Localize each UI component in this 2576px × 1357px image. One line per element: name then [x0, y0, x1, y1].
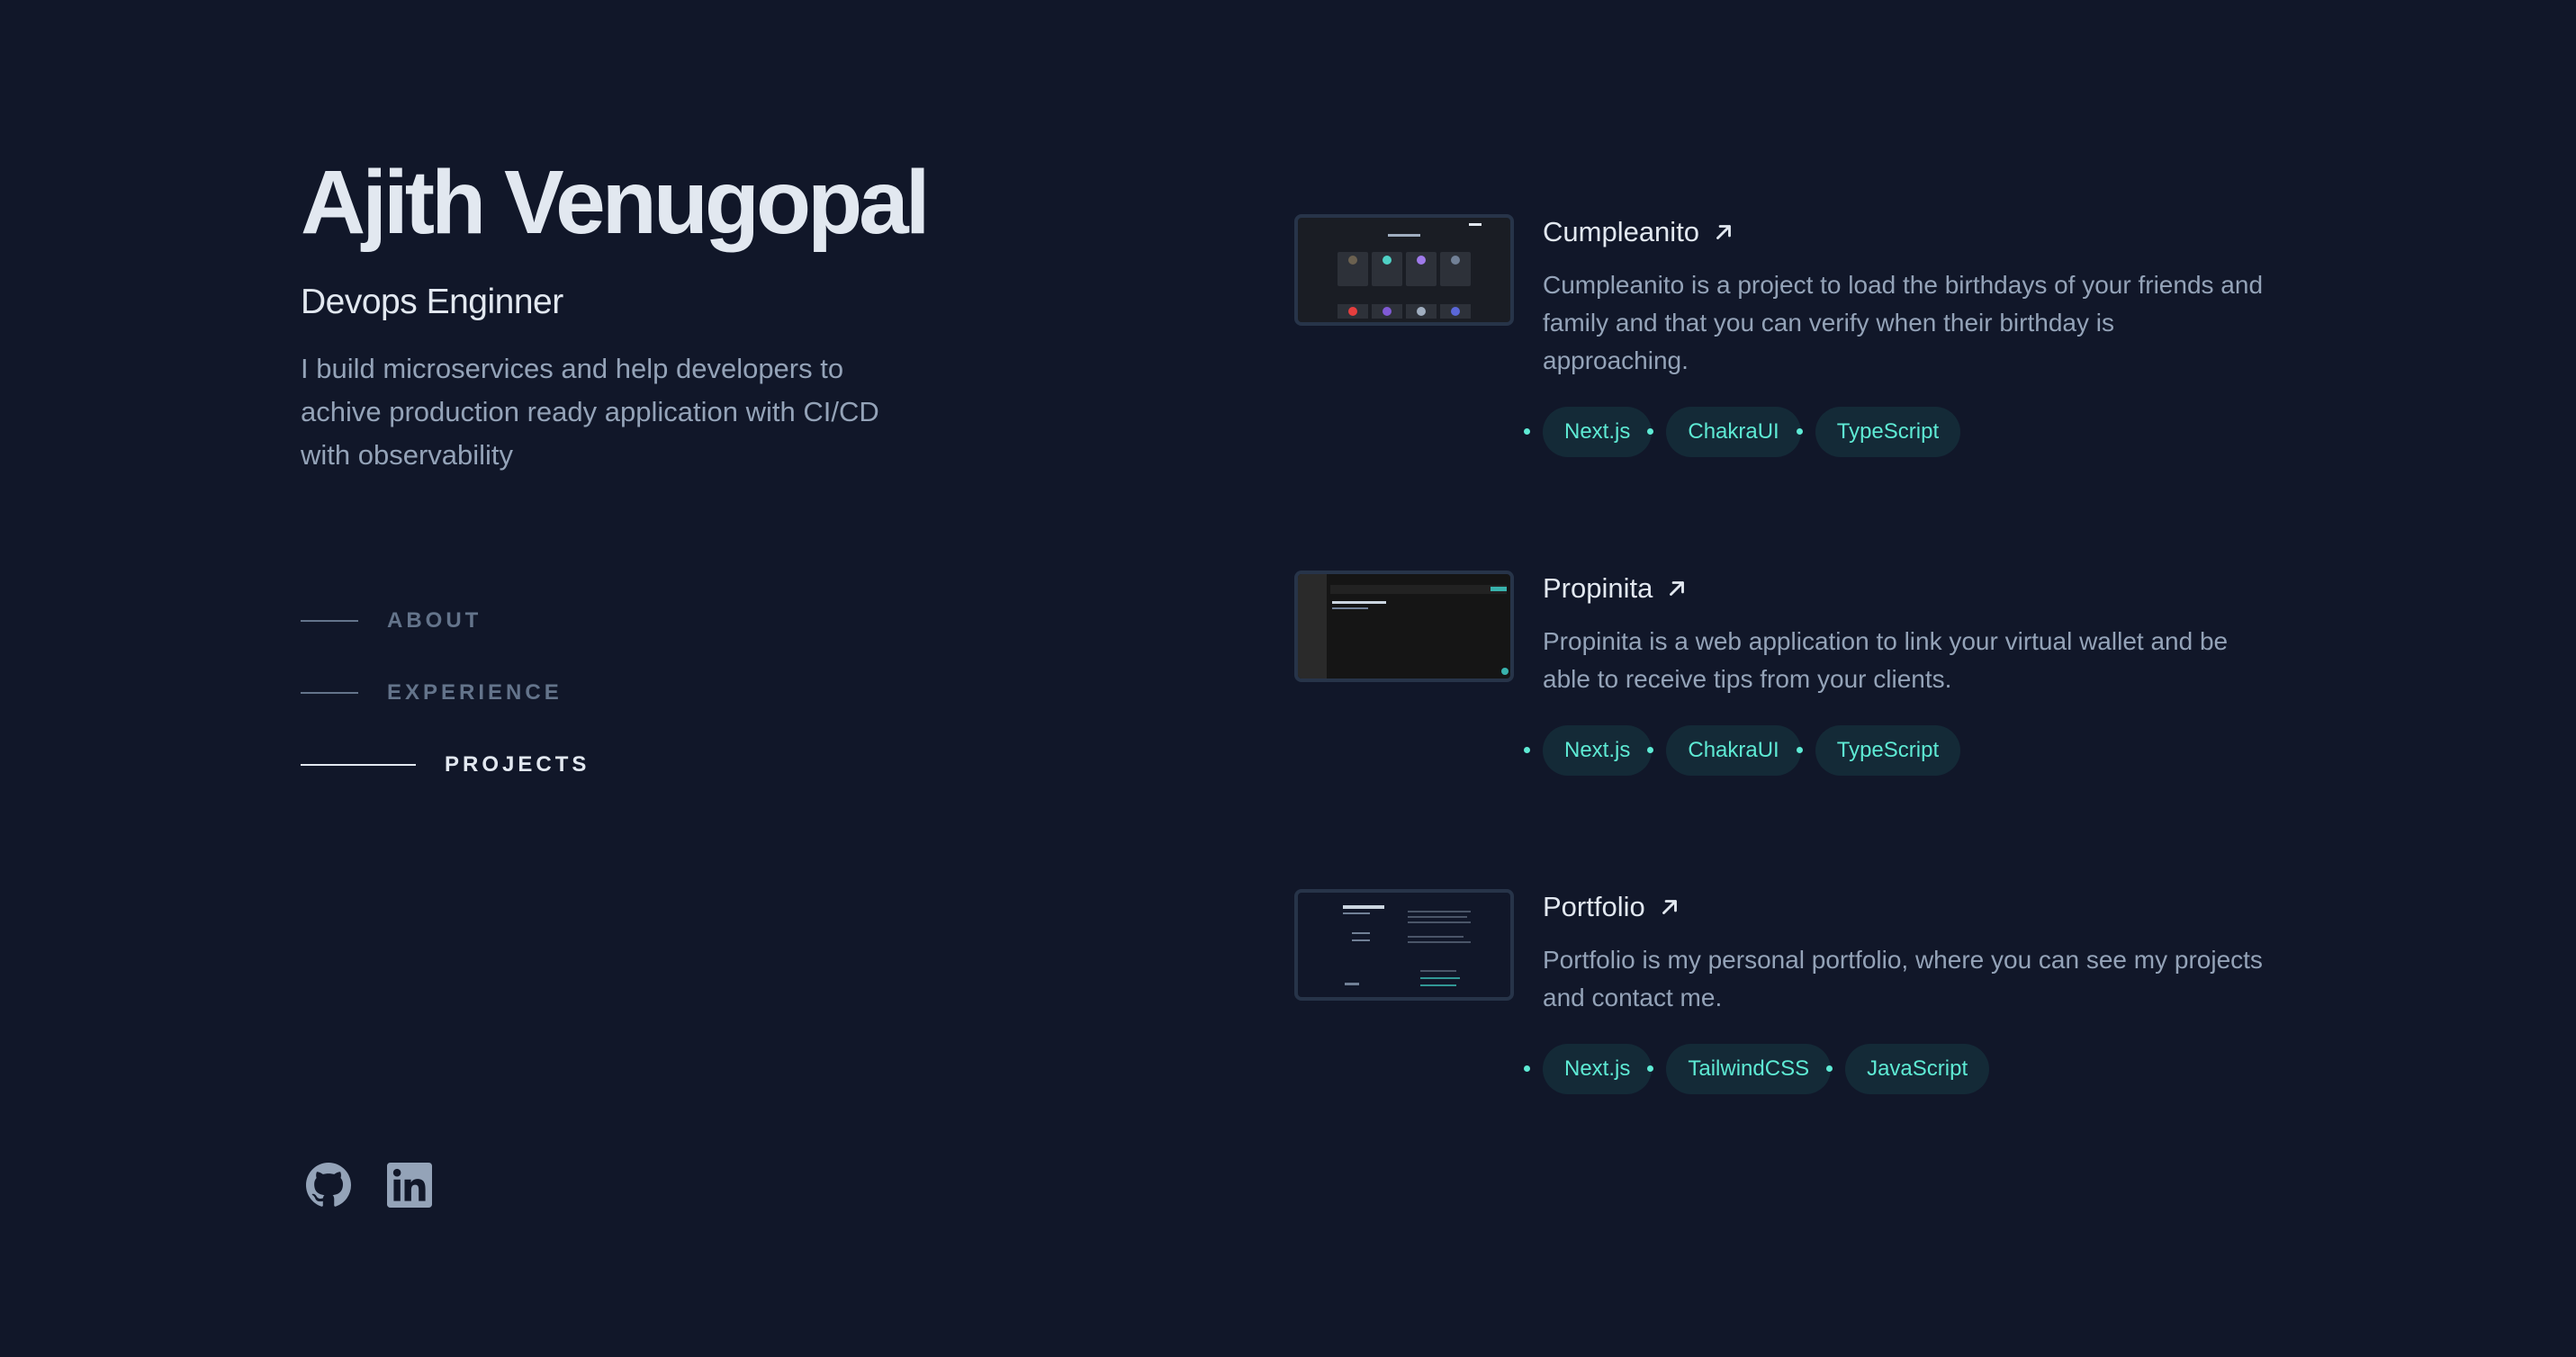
project-title-link[interactable]: Propinita: [1543, 569, 2266, 608]
profile-role: Devops Enginner: [301, 283, 563, 321]
tech-tag: JavaScript: [1845, 1044, 1990, 1094]
project-content: Propinita Propinita is a web application…: [1543, 569, 2266, 776]
tech-tag: Next.js: [1543, 1044, 1653, 1094]
nav-item-about[interactable]: ABOUT: [301, 585, 590, 657]
thumbnail-sidebar: [1298, 574, 1327, 678]
project-thumbnail: [1294, 571, 1514, 682]
section-nav: ABOUT EXPERIENCE PROJECTS: [301, 585, 590, 801]
tech-tag: ChakraUI: [1666, 407, 1801, 457]
thumbnail-card-grid: [1338, 252, 1473, 292]
project-title: Propinita: [1543, 572, 1653, 604]
nav-indicator: [301, 620, 358, 622]
tech-tag: Next.js: [1543, 407, 1653, 457]
tech-tag: TypeScript: [1815, 407, 1961, 457]
profile-header: Ajith Venugopal Devops Enginner I build …: [301, 144, 985, 477]
project-title-link[interactable]: Portfolio: [1543, 887, 2266, 927]
tech-tag: TypeScript: [1815, 725, 1961, 776]
nav-label: EXPERIENCE: [387, 680, 563, 705]
project-card[interactable]: Portfolio Portfolio is my personal portf…: [1294, 887, 2266, 1094]
tech-tags: Next.js TailwindCSS JavaScript: [1543, 1044, 2266, 1094]
project-description: Propinita is a web application to link y…: [1543, 627, 2229, 693]
thumbnail-heading: [1343, 905, 1384, 909]
project-card[interactable]: Propinita Propinita is a web application…: [1294, 569, 2266, 776]
external-link-arrow-icon: [1712, 220, 1735, 244]
project-title: Portfolio: [1543, 891, 1645, 922]
nav-item-experience[interactable]: EXPERIENCE: [301, 657, 590, 729]
project-content: Cumpleanito Cumpleanito is a project to …: [1543, 212, 2266, 457]
tech-tags: Next.js ChakraUI TypeScript: [1543, 725, 2266, 776]
tech-tags: Next.js ChakraUI TypeScript: [1543, 407, 2266, 457]
project-description: Cumpleanito is a project to load the bir…: [1543, 271, 2264, 374]
github-icon: [306, 1163, 351, 1207]
tech-tag: Next.js: [1543, 725, 1653, 776]
portfolio-page: Ajith Venugopal Devops Enginner I build …: [0, 0, 2576, 1357]
project-content: Portfolio Portfolio is my personal portf…: [1543, 887, 2266, 1094]
linkedin-link[interactable]: [387, 1163, 432, 1208]
project-title: Cumpleanito: [1543, 216, 1700, 247]
project-thumbnail: [1294, 889, 1514, 1001]
external-link-arrow-icon: [1658, 895, 1681, 919]
tech-tag: TailwindCSS: [1666, 1044, 1832, 1094]
project-card[interactable]: Cumpleanito Cumpleanito is a project to …: [1294, 212, 2266, 457]
project-description: Portfolio is my personal portfolio, wher…: [1543, 946, 2263, 1011]
github-link[interactable]: [306, 1163, 351, 1208]
nav-item-projects[interactable]: PROJECTS: [301, 729, 590, 801]
project-thumbnail: [1294, 214, 1514, 326]
nav-indicator: [301, 692, 358, 694]
profile-bio: I build microservices and help developer…: [301, 353, 879, 471]
projects-list: Cumpleanito Cumpleanito is a project to …: [1294, 212, 2266, 1094]
tech-tag: ChakraUI: [1666, 725, 1801, 776]
nav-indicator: [301, 764, 416, 766]
project-title-link[interactable]: Cumpleanito: [1543, 212, 2266, 252]
social-links: [306, 1163, 432, 1208]
external-link-arrow-icon: [1665, 577, 1689, 600]
nav-label: ABOUT: [387, 608, 482, 633]
thumbnail-icon-row: [1338, 304, 1473, 319]
linkedin-icon: [387, 1163, 432, 1208]
nav-label: PROJECTS: [445, 752, 590, 777]
profile-name: Ajith Venugopal: [301, 152, 931, 253]
